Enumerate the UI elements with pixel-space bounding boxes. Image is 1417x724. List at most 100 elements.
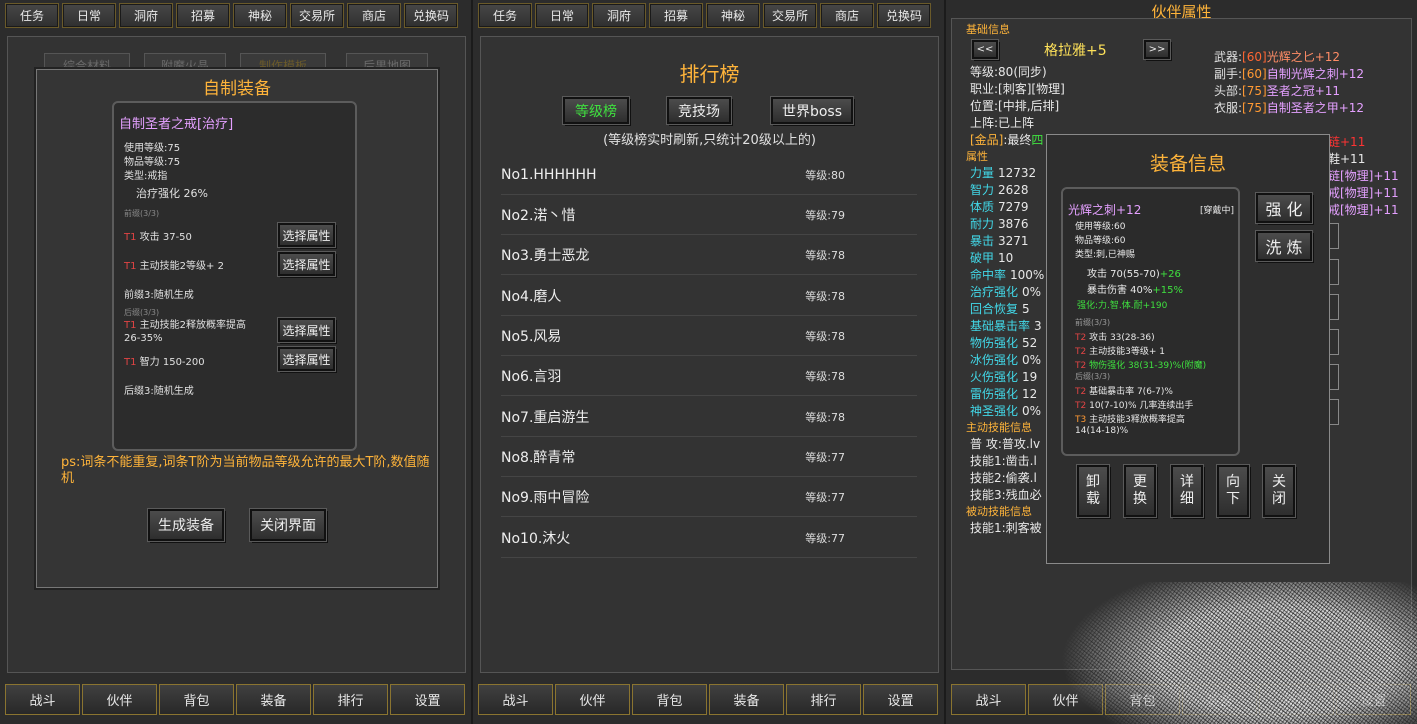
prefix-1: T1 攻击 37-50 [124, 228, 192, 243]
tab-cave[interactable]: 洞府 [119, 3, 173, 28]
tab-arena-rank[interactable]: 竞技场 [666, 96, 732, 125]
rank-player-level: 等级:80 [805, 168, 845, 182]
hidden-button[interactable] [1330, 364, 1339, 390]
prev-partner-button[interactable]: << [971, 39, 999, 60]
select-attr-button[interactable]: 选择属性 [277, 317, 336, 343]
prefix-text: 攻击 33(28-36) [1086, 333, 1155, 343]
nav-battle[interactable]: 战斗 [478, 684, 553, 715]
enhance-button[interactable]: 强 化 [1255, 192, 1313, 224]
tab-daily[interactable]: 日常 [62, 3, 116, 28]
attr-row: 神圣强化 0% [970, 402, 1041, 419]
hidden-button[interactable] [1330, 329, 1339, 355]
next-item-button[interactable]: 向 下 [1216, 464, 1250, 518]
prefix-3: 前缀3:随机生成 [124, 290, 194, 301]
tab-mystery[interactable]: 神秘 [233, 3, 287, 28]
rank-player-name: No7.重启游生 [501, 409, 590, 426]
attr-key: 治疗强化 [970, 285, 1019, 299]
tab-recruit[interactable]: 招募 [176, 3, 230, 28]
nav-bag[interactable]: 背包 [632, 684, 707, 715]
equip-name: 自制光辉之刺+12 [1266, 67, 1365, 81]
item-use-level: 使用等级:75 [124, 143, 181, 154]
prefix-header: 前缀(3/3) [124, 209, 160, 218]
attr-key: 暴击 [970, 234, 995, 248]
tab-shop[interactable]: 商店 [820, 3, 874, 28]
select-attr-button[interactable]: 选择属性 [277, 251, 336, 277]
equip-fragment: 链[物理]+11 [1328, 169, 1399, 183]
generate-equip-button[interactable]: 生成装备 [147, 508, 225, 542]
tab-task[interactable]: 任务 [5, 3, 59, 28]
partner-grade: [金品]:最终四 [970, 131, 1043, 148]
close-button[interactable]: 关 闭 [1262, 464, 1296, 518]
rank-player-level: 等级:79 [805, 208, 845, 222]
nav-settings[interactable]: 设置 [390, 684, 465, 715]
equip-fragment: 链+11 [1328, 135, 1366, 149]
rank-player-level: 等级:78 [805, 410, 845, 424]
tab-shop[interactable]: 商店 [347, 3, 401, 28]
nav-partner[interactable]: 伙伴 [82, 684, 157, 715]
rank-row: No5.风易 等级:78 [501, 316, 917, 356]
equip-offhand[interactable]: 副手:[60]自制光辉之刺+12 [1214, 65, 1364, 82]
top-tab-bar: 任务 日常 洞府 招募 神秘 交易所 商店 兑换码 [5, 3, 458, 28]
suffix-3: T3 主动技能3释放概率提高 [1075, 412, 1185, 425]
nav-equip[interactable]: 装备 [236, 684, 311, 715]
attr-value: 10 [998, 251, 1014, 265]
nav-bag[interactable]: 背包 [159, 684, 234, 715]
attr-key: 智力 [970, 183, 995, 197]
equip-head[interactable]: 头部:[75]圣者之冠+11 [1214, 82, 1340, 99]
hidden-button[interactable] [1330, 223, 1339, 249]
tab-level-rank[interactable]: 等级榜 [562, 96, 630, 125]
hidden-button[interactable] [1330, 399, 1339, 425]
equip-body[interactable]: 衣服:[75]自制圣者之甲+12 [1214, 99, 1364, 116]
tab-daily[interactable]: 日常 [535, 3, 589, 28]
select-attr-button[interactable]: 选择属性 [277, 222, 336, 248]
tab-exchange[interactable]: 交易所 [290, 3, 344, 28]
tab-redeem-code[interactable]: 兑换码 [404, 3, 458, 28]
next-partner-button[interactable]: >> [1143, 39, 1171, 60]
tab-recruit[interactable]: 招募 [649, 3, 703, 28]
tab-redeem-code[interactable]: 兑换码 [877, 3, 931, 28]
equip-info-modal: 装备信息 光辉之刺+12 [穿戴中] 使用等级:60 物品等级:60 类型:刺,… [1046, 134, 1330, 564]
equip-fragment: 戒[物理]+11 [1328, 186, 1399, 200]
rank-row: No4.磨人 等级:78 [501, 276, 917, 316]
tab-worldboss-rank[interactable]: 世界boss [770, 96, 854, 125]
nav-battle[interactable]: 战斗 [951, 684, 1026, 715]
nav-ranking[interactable]: 排行 [786, 684, 861, 715]
suffix-text: 智力 150-200 [136, 357, 205, 368]
unequip-button[interactable]: 卸 载 [1076, 464, 1110, 518]
tab-mystery[interactable]: 神秘 [706, 3, 760, 28]
nav-partner[interactable]: 伙伴 [555, 684, 630, 715]
item-type: 类型:戒指 [124, 171, 168, 182]
nav-ranking[interactable]: 排行 [313, 684, 388, 715]
equip-weapon[interactable]: 武器:[60]光辉之匕+12 [1214, 48, 1340, 65]
replace-button[interactable]: 更 换 [1123, 464, 1157, 518]
attr-value: 0% [1022, 285, 1042, 299]
rank-player-name: No5.风易 [501, 328, 562, 345]
tab-cave[interactable]: 洞府 [592, 3, 646, 28]
nav-settings[interactable]: 设置 [863, 684, 938, 715]
prefix-text: 攻击 37-50 [136, 232, 192, 243]
custom-equip-panel: 任务 日常 洞府 招募 神秘 交易所 商店 兑换码 综合材料 附魔火晶 制作模板… [0, 0, 471, 724]
ps-note: ps:词条不能重复,词条T阶为当前物品等级允许的最大T阶,数值随机 [61, 455, 430, 486]
nav-equip[interactable]: 装备 [709, 684, 784, 715]
equip-crit: 暴击伤害 40%+15% [1087, 281, 1183, 296]
equip-level: [75] [1242, 101, 1267, 115]
rank-row: No1.HHHHHH 等级:80 [501, 155, 917, 195]
attr-value: 3 [1034, 319, 1042, 333]
attr-key: 体质 [970, 200, 995, 214]
nav-battle[interactable]: 战斗 [5, 684, 80, 715]
equip-slot: 武器: [1214, 50, 1243, 64]
top-tab-bar: 任务 日常 洞府 招募 神秘 交易所 商店 兑换码 [478, 3, 931, 28]
equip-name: 光辉之刺+12 [1068, 203, 1142, 217]
hidden-button[interactable] [1330, 259, 1339, 285]
attr-row: 耐力 3876 [970, 215, 1029, 232]
equip-name: 光辉之匕+12 [1266, 50, 1341, 64]
bottom-nav: 战斗 伙伴 背包 装备 排行 设置 [5, 684, 465, 715]
detail-button[interactable]: 详 细 [1170, 464, 1204, 518]
close-interface-button[interactable]: 关闭界面 [249, 508, 327, 542]
select-attr-button[interactable]: 选择属性 [277, 346, 336, 372]
suffix-3: 后缀3:随机生成 [124, 386, 194, 397]
tab-exchange[interactable]: 交易所 [763, 3, 817, 28]
tab-task[interactable]: 任务 [478, 3, 532, 28]
reforge-button[interactable]: 洗 炼 [1255, 230, 1313, 262]
hidden-button[interactable] [1330, 294, 1339, 320]
